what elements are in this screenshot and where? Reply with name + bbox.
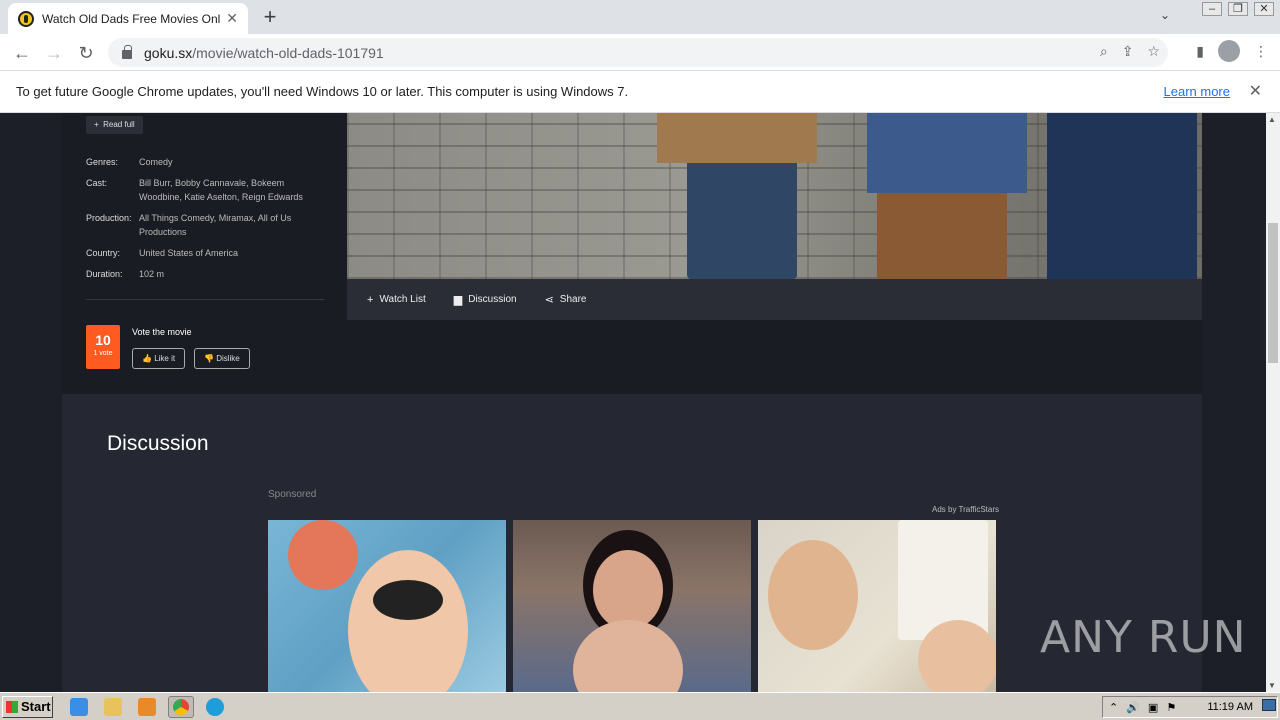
minimize-button[interactable]: –	[1202, 2, 1222, 16]
start-button[interactable]: Start	[2, 696, 53, 718]
browser-tab[interactable]: Watch Old Dads Free Movies Online ✕	[8, 3, 248, 34]
site-favicon-icon	[18, 10, 34, 27]
poster-jacket-1	[657, 113, 817, 163]
update-infobar: To get future Google Chrome updates, you…	[0, 71, 1280, 113]
meta-row-cast: Cast: Bill Burr, Bobby Cannavale, Bokeem…	[86, 178, 303, 202]
reload-icon[interactable]: ↻	[74, 41, 98, 65]
page-scrollbar[interactable]: ▲ ▼	[1266, 113, 1280, 692]
movie-poster[interactable]	[347, 113, 1202, 279]
url-path: /movie/watch-old-dads-101791	[192, 44, 384, 61]
side-panel-icon[interactable]: ▮	[1196, 43, 1204, 60]
new-tab-button[interactable]: +	[258, 5, 282, 29]
tab-search-chevron-icon[interactable]: ⌄	[1160, 8, 1170, 22]
action-center-flag-icon[interactable]: ⚑	[1166, 701, 1176, 714]
ad-shape	[348, 550, 468, 692]
read-full-button[interactable]: + Read full	[86, 116, 143, 134]
media-player-icon[interactable]	[138, 698, 156, 716]
tab-strip: Watch Old Dads Free Movies Online ✕ + ⌄ …	[0, 0, 1280, 34]
meta-row-country: Country: United States of America	[86, 248, 239, 258]
meta-divider	[86, 299, 324, 300]
ad-shape	[768, 540, 858, 650]
bookmark-star-icon[interactable]: ☆	[1147, 43, 1160, 60]
windows-taskbar: Start ⌃ 🔊 ▣ ⚑ 11:19 AM	[0, 692, 1280, 720]
page-viewport: + Read full Genres: Comedy Cast: Bill Bu…	[0, 113, 1266, 692]
clock[interactable]: 11:19 AM	[1207, 701, 1253, 713]
back-arrow-icon[interactable]: ←	[10, 41, 34, 65]
scroll-up-icon[interactable]: ▲	[1268, 115, 1276, 124]
lock-icon[interactable]	[122, 45, 132, 59]
sponsored-ad-1[interactable]	[268, 520, 506, 692]
chrome-taskbar-button[interactable]	[168, 696, 194, 718]
sponsored-label: Sponsored	[268, 489, 317, 500]
ad-shape	[918, 620, 996, 692]
poster-figure-3	[1047, 113, 1197, 279]
vote-score-badge: 10 1 vote	[86, 325, 120, 369]
plus-icon: +	[367, 293, 374, 306]
system-tray: ⌃ 🔊 ▣ ⚑ 11:19 AM	[1102, 696, 1278, 718]
like-button[interactable]: 👍 Like it	[132, 348, 186, 369]
infobar-message: To get future Google Chrome updates, you…	[16, 84, 629, 99]
browser-toolbar: ← → ↻ goku.sx/movie/watch-old-dads-10179…	[0, 34, 1280, 71]
sponsored-ad-2[interactable]	[513, 520, 751, 692]
tab-close-icon[interactable]: ✕	[226, 10, 238, 27]
movie-action-bar: + Watch List ▆ Discussion ⋖ Share	[347, 279, 1202, 320]
learn-more-link[interactable]: Learn more	[1164, 84, 1230, 99]
vote-label: Vote the movie	[132, 327, 192, 337]
chrome-icon	[173, 699, 189, 715]
tray-expand-icon[interactable]: ⌃	[1109, 701, 1118, 714]
sponsored-ad-3[interactable]	[758, 520, 996, 692]
discussion-button[interactable]: ▆ Discussion	[454, 293, 517, 306]
file-explorer-icon[interactable]	[104, 698, 122, 716]
comment-icon: ▆	[453, 294, 463, 306]
profile-avatar-icon[interactable]	[1218, 40, 1240, 62]
ad-shape	[593, 550, 663, 630]
scroll-down-icon[interactable]: ▼	[1268, 681, 1276, 690]
anyrun-watermark: ANY RUN	[1040, 612, 1247, 663]
ad-shape	[373, 580, 443, 620]
url-host: goku.sx	[144, 44, 193, 61]
show-desktop-icon[interactable]	[1262, 699, 1276, 711]
share-button[interactable]: ⋖ Share	[545, 293, 587, 306]
discussion-section: Discussion Sponsored Ads by TrafficStars	[62, 394, 1202, 692]
dislike-button[interactable]: 👎 Dislike	[194, 348, 250, 369]
scrollbar-thumb[interactable]	[1268, 223, 1278, 363]
internet-explorer-icon[interactable]	[70, 698, 88, 716]
watch-list-button[interactable]: + Watch List	[367, 294, 426, 306]
share-icon[interactable]: ⇪	[1122, 43, 1134, 60]
network-icon[interactable]: ▣	[1148, 701, 1158, 714]
discussion-title: Discussion	[107, 432, 209, 455]
meta-row-genres: Genres: Comedy	[86, 157, 173, 167]
infobar-close-icon[interactable]: ✕	[1249, 81, 1262, 101]
ads-by-label[interactable]: Ads by TrafficStars	[932, 505, 999, 514]
forward-arrow-icon[interactable]: →	[42, 41, 66, 65]
poster-shirt-2	[867, 113, 1027, 193]
close-window-button[interactable]: ✕	[1254, 2, 1274, 16]
volume-icon[interactable]: 🔊	[1126, 701, 1140, 714]
tab-title: Watch Old Dads Free Movies Online	[42, 11, 221, 26]
share-nodes-icon: ⋖	[544, 294, 554, 306]
meta-row-production: Production: All Things Comedy, Miramax, …	[86, 213, 292, 237]
window-controls: – ❐ ✕	[1202, 0, 1274, 18]
zoom-icon[interactable]: ⌕	[1100, 43, 1108, 60]
ad-shape	[573, 620, 683, 692]
address-bar[interactable]: goku.sx/movie/watch-old-dads-101791 ⌕ ⇪ …	[108, 38, 1168, 67]
ad-shape	[288, 520, 358, 590]
movie-meta: Genres: Comedy Cast: Bill Burr, Bobby Ca…	[86, 155, 326, 288]
maximize-button[interactable]: ❐	[1228, 2, 1248, 16]
menu-kebab-icon[interactable]: ⋮	[1254, 43, 1268, 60]
edge-icon[interactable]	[206, 698, 224, 716]
meta-row-duration: Duration: 102 m	[86, 269, 165, 279]
